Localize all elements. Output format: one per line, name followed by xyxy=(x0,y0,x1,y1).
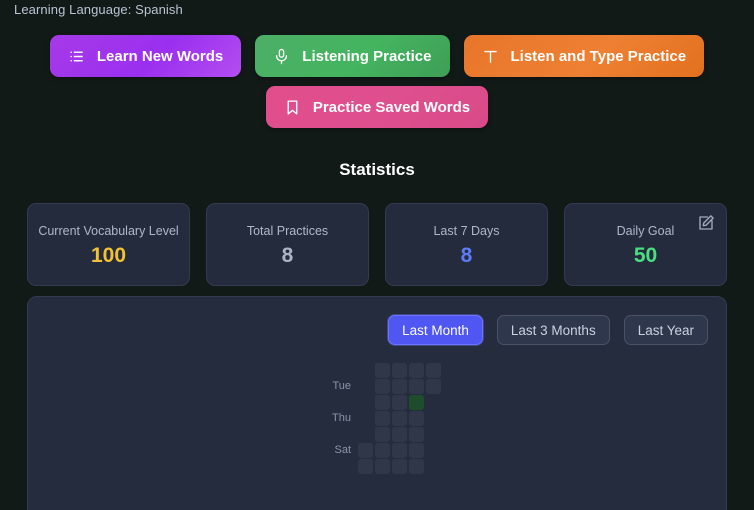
range-tab-last-month[interactable]: Last Month xyxy=(388,315,483,345)
heatmap-day-label-blank: . xyxy=(320,395,358,410)
practice-saved-words-button[interactable]: Practice Saved Words xyxy=(265,86,489,128)
heatmap-cell[interactable] xyxy=(375,363,390,378)
learn-new-words-button[interactable]: Learn New Words xyxy=(49,35,242,77)
heatmap-day-labels: . Tue. Thu. Sat. xyxy=(320,363,358,475)
heatmap-cell[interactable] xyxy=(392,379,407,394)
heatmap-week-column xyxy=(426,363,441,474)
learn-new-words-label: Learn New Words xyxy=(96,47,224,65)
stat-value: 8 xyxy=(281,243,294,267)
text-type-icon xyxy=(482,48,499,65)
practice-saved-words-label: Practice Saved Words xyxy=(312,98,471,116)
stat-card-current-vocabulary-level: Current Vocabulary Level 100 xyxy=(27,203,190,286)
heatmap-cell[interactable] xyxy=(358,443,373,458)
heatmap-grid xyxy=(358,363,441,474)
stat-label: Current Vocabulary Level xyxy=(38,223,179,238)
activity-heatmap: . Tue. Thu. Sat. xyxy=(320,363,441,475)
heatmap-day-label-blank: . xyxy=(320,427,358,442)
heatmap-day-label-blank: . xyxy=(320,459,358,474)
statistics-title: Statistics xyxy=(339,160,415,179)
primary-actions-row: Learn New Words Listening Practice Liste… xyxy=(0,35,754,77)
listen-and-type-practice-button[interactable]: Listen and Type Practice xyxy=(463,35,705,77)
heatmap-week-column xyxy=(409,363,424,474)
listening-practice-button[interactable]: Listening Practice xyxy=(255,35,450,77)
range-tab-last-3-months[interactable]: Last 3 Months xyxy=(496,315,610,345)
heatmap-cell[interactable] xyxy=(392,443,407,458)
app-page: Learning Language: Spanish Learn New Wor… xyxy=(0,0,754,510)
heatmap-cell[interactable] xyxy=(426,363,441,378)
heatmap-week-column xyxy=(358,363,373,474)
heatmap-cell[interactable] xyxy=(409,363,424,378)
heatmap-cell[interactable] xyxy=(392,411,407,426)
heatmap-cell-empty xyxy=(358,363,373,378)
stat-value: 50 xyxy=(633,243,658,267)
listen-and-type-practice-label: Listen and Type Practice xyxy=(510,47,687,65)
stat-label: Last 7 Days xyxy=(433,223,500,238)
heatmap-cell[interactable] xyxy=(392,459,407,474)
edit-pencil-icon[interactable] xyxy=(697,214,715,232)
heatmap-cell[interactable] xyxy=(375,427,390,442)
heatmap-cell[interactable] xyxy=(375,411,390,426)
stat-label: Total Practices xyxy=(246,223,329,238)
secondary-actions-row: Practice Saved Words xyxy=(0,86,754,128)
heatmap-cell[interactable] xyxy=(375,459,390,474)
heatmap-cell[interactable] xyxy=(358,459,373,474)
heatmap-cell[interactable] xyxy=(375,395,390,410)
stat-value: 100 xyxy=(90,243,127,267)
heatmap-cell[interactable] xyxy=(409,395,424,410)
heatmap-cell[interactable] xyxy=(375,443,390,458)
heatmap-day-label-blank: . xyxy=(320,363,358,378)
heatmap-cell[interactable] xyxy=(375,379,390,394)
heatmap-cell-empty xyxy=(358,427,373,442)
heatmap-cell[interactable] xyxy=(426,379,441,394)
heatmap-cell[interactable] xyxy=(409,459,424,474)
activity-heatmap-panel: Last Month Last 3 Months Last Year . Tue.… xyxy=(27,296,727,510)
heatmap-cell-empty xyxy=(426,443,441,458)
stat-card-last-7-days: Last 7 Days 8 xyxy=(385,203,548,286)
microphone-icon xyxy=(273,48,290,65)
stat-value: 8 xyxy=(460,243,473,267)
heatmap-cell-empty xyxy=(358,395,373,410)
heatmap-cell[interactable] xyxy=(392,395,407,410)
heatmap-cell-empty xyxy=(426,395,441,410)
heatmap-cell[interactable] xyxy=(409,379,424,394)
learning-language-label: Learning Language: Spanish xyxy=(14,2,183,17)
stat-label: Daily Goal xyxy=(616,223,675,238)
heatmap-cell-empty xyxy=(426,427,441,442)
range-tabs: Last Month Last 3 Months Last Year xyxy=(388,315,708,345)
heatmap-cell-empty xyxy=(358,411,373,426)
heatmap-week-column xyxy=(392,363,407,474)
heatmap-cell-empty xyxy=(426,411,441,426)
statistics-cards: Current Vocabulary Level 100 Total Pract… xyxy=(27,203,727,286)
stat-card-total-practices: Total Practices 8 xyxy=(206,203,369,286)
heatmap-day-label-thu: Thu xyxy=(332,412,351,424)
heatmap-cell[interactable] xyxy=(409,443,424,458)
heatmap-cell[interactable] xyxy=(392,427,407,442)
heatmap-cell-empty xyxy=(358,379,373,394)
list-icon xyxy=(68,48,85,65)
heatmap-week-column xyxy=(375,363,390,474)
heatmap-cell[interactable] xyxy=(409,427,424,442)
listening-practice-label: Listening Practice xyxy=(302,47,432,65)
heatmap-cell[interactable] xyxy=(409,411,424,426)
heatmap-day-label-tue: Tue xyxy=(332,380,351,392)
stat-card-daily-goal: Daily Goal 50 xyxy=(564,203,727,286)
bookmark-icon xyxy=(284,99,301,116)
range-tab-last-year[interactable]: Last Year xyxy=(623,315,708,345)
heatmap-cell-empty xyxy=(426,459,441,474)
heatmap-day-label-sat: Sat xyxy=(334,444,351,456)
heatmap-cell[interactable] xyxy=(392,363,407,378)
